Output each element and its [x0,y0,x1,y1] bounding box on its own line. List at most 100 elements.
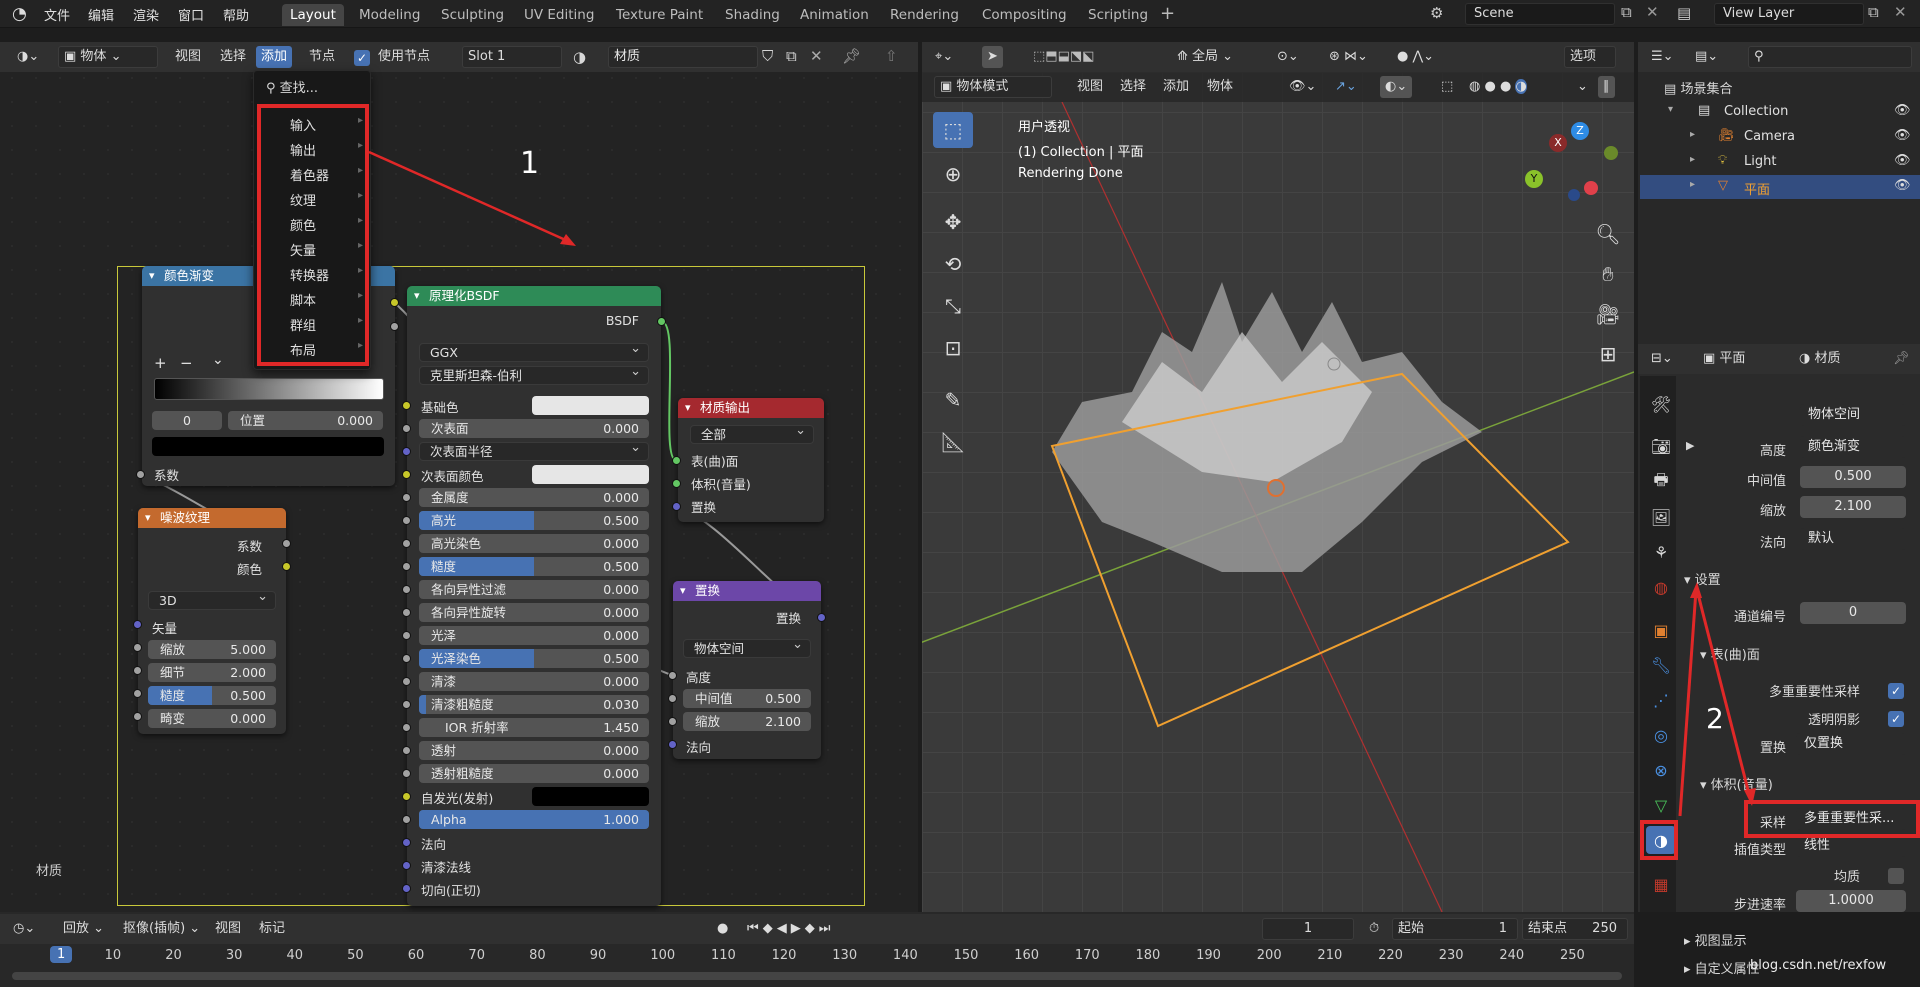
tab-compositing[interactable]: Compositing [974,4,1075,26]
gizmo-neg-y[interactable] [1604,146,1618,160]
homogeneous-checkbox[interactable] [1888,868,1904,884]
camera-view-icon[interactable]: 🎥︎ [1588,296,1628,332]
annotate-tool-icon[interactable]: ✎ [933,382,973,418]
bsdf-input-socket[interactable] [402,723,411,732]
move-tool-icon[interactable]: ✥ [933,204,973,240]
timeline-menu-view[interactable]: 视图 [210,918,246,940]
expand-arrow-icon[interactable]: ▸ [1690,129,1695,140]
bsdf-input-socket[interactable] [402,631,411,640]
expand-arrow-icon[interactable]: ▸ [1690,154,1695,165]
options-button[interactable]: 选项 [1564,46,1616,68]
bsdf-input-socket[interactable] [402,424,411,433]
end-frame-field[interactable]: 结束点 250 [1522,918,1628,940]
bsdf-input-socket[interactable] [402,769,411,778]
zoom-icon[interactable]: 🔍︎ [1588,216,1628,252]
timeline-menu-marker[interactable]: 标记 [254,918,290,940]
outliner-row[interactable]: ▤ Collection ▾ 👁︎ [1640,100,1920,124]
select-mode-icons[interactable]: ⬚⬒⬓⬔⬕ [1028,46,1099,68]
eye-icon[interactable]: 👁︎ [1894,128,1911,143]
bsdf-input-socket[interactable] [402,539,411,548]
view-layer-tab-icon[interactable]: 🖼︎ [1646,503,1676,531]
playback-menu[interactable]: 回放 ⌄ [58,918,109,940]
close-icon[interactable]: ✕ [1646,3,1659,21]
properties-editor-type-icon[interactable]: ⊟⌄ [1646,348,1678,370]
scene-collection-row[interactable]: ▤ 场景集合 [1664,78,1732,97]
viewport-menu-add[interactable]: 添加 [1158,76,1194,98]
playback-controls[interactable]: ⏮◆◀▶◆⏭ [742,918,839,940]
mode-select[interactable]: ▣ 物体模式 [934,76,1052,98]
start-frame-field[interactable]: 起始 1 [1392,918,1518,940]
bsdf-input-socket[interactable] [402,884,411,893]
bsdf-input-socket[interactable] [402,516,411,525]
bsdf-input-socket[interactable] [402,677,411,686]
gizmo-x-axis[interactable]: X [1549,134,1567,152]
cursor-tool-icon[interactable]: ⊕ [933,156,973,192]
viewport-menu-view[interactable]: 视图 [1072,76,1108,98]
bsdf-input-socket[interactable] [402,562,411,571]
outliner-row[interactable]: ▽ 平面 ▸ 👁︎ [1640,175,1920,199]
outliner-row[interactable]: 🎥︎ Camera ▸ 👁︎ [1640,125,1920,149]
bsdf-input-socket[interactable] [402,447,411,456]
gizmo-y-axis[interactable]: Y [1525,170,1543,188]
pan-hand-icon[interactable]: ✋︎ [1588,256,1628,292]
scene-field[interactable]: Scene [1465,3,1615,25]
prop-space-select[interactable]: 物体空间 [1800,404,1906,426]
eye-icon[interactable]: 👁︎ [1894,153,1911,168]
stopwatch-icon[interactable]: ⏱ [1364,918,1384,940]
render-tab-icon[interactable]: 📷︎ [1646,432,1676,460]
outliner-search-input[interactable]: ⚲ [1748,46,1912,68]
display-mode-icon[interactable]: ▤⌄ [1690,46,1723,68]
gizmo-neg-z[interactable] [1568,189,1580,201]
prop-mid-field[interactable]: 0.500 [1800,466,1906,488]
prop-height-expand-icon[interactable]: ▶ [1686,439,1694,452]
custom-props-panel[interactable]: ▸ 自定义属性 [1684,958,1760,977]
bsdf-input-socket[interactable] [402,838,411,847]
pause-render-icon[interactable]: ∥ [1598,76,1615,98]
select-box-tool-icon[interactable]: ⬚ [933,112,973,148]
step-rate-field[interactable]: 1.0000 [1796,890,1906,912]
shading-modes-icons[interactable]: ◍ ● ● ◑ [1464,76,1532,98]
visibility-icon[interactable]: 👁︎⌄ [1284,76,1321,98]
tool-tab-icon[interactable]: 🛠︎ [1646,390,1676,418]
eye-icon[interactable]: 👁︎ [1894,103,1911,118]
measure-tool-icon[interactable]: 📐︎ [933,424,973,460]
select-tool-icon[interactable]: ➤ [982,46,1003,68]
viewport-editor-type-icon[interactable]: ⌖⌄ [930,46,958,68]
rotate-tool-icon[interactable]: ⟲ [933,246,973,282]
navigation-gizmo[interactable]: Z X Y [1525,122,1625,212]
bsdf-input-socket[interactable] [402,608,411,617]
shading-options-icon[interactable]: ⌄ [1572,76,1593,98]
bsdf-input-socket[interactable] [402,585,411,594]
orientation-select[interactable]: ⟰ 全局 ⌄ [1172,46,1238,68]
prop-height-field[interactable]: 颜色渐变 [1800,436,1906,458]
expand-arrow-icon[interactable]: ▾ [1668,104,1673,115]
keying-menu[interactable]: 抠像(插帧) ⌄ [118,918,205,940]
pivot-icon[interactable]: ⊙⌄ [1272,46,1304,68]
bsdf-input-socket[interactable] [402,792,411,801]
bsdf-input-socket[interactable] [402,746,411,755]
scale-tool-icon[interactable]: ⤡ [933,288,973,324]
viewport-display-panel[interactable]: ▸ 视图显示 [1684,930,1747,949]
properties-pin-icon[interactable]: 📌︎ [1888,348,1915,370]
view-layer-field[interactable]: View Layer [1714,3,1864,25]
outliner-editor-type-icon[interactable]: ☰⌄ [1646,46,1679,68]
bsdf-input-socket[interactable] [402,815,411,824]
copy-scene-icon[interactable]: ⧉ [1621,3,1632,21]
close-view-layer-icon[interactable]: ✕ [1894,3,1907,21]
timeline-scrollbar[interactable] [12,972,1622,980]
overlay-toggle-icon[interactable]: ◐⌄ [1380,76,1413,98]
snap-icon[interactable]: ⊛ ⋈⌄ [1324,46,1373,68]
proportional-icon[interactable]: ● ⋀⌄ [1392,46,1439,68]
texture-tab-icon[interactable]: ▦ [1646,870,1676,898]
properties-object-crumb[interactable]: ▣ 平面 [1698,348,1750,370]
current-frame-field[interactable]: 1 [1262,918,1354,940]
output-tab-icon[interactable]: 🖶︎ [1646,468,1676,496]
tab-scripting[interactable]: Scripting [1080,4,1156,26]
bsdf-input-socket[interactable] [402,493,411,502]
bsdf-input-socket[interactable] [402,861,411,870]
properties-material-crumb[interactable]: ◑ 材质 [1794,348,1846,370]
bsdf-input-socket[interactable] [402,401,411,410]
add-workspace-button[interactable]: + [1160,3,1175,24]
gizmo-neg-x[interactable] [1584,181,1598,195]
bsdf-input-socket[interactable] [402,654,411,663]
